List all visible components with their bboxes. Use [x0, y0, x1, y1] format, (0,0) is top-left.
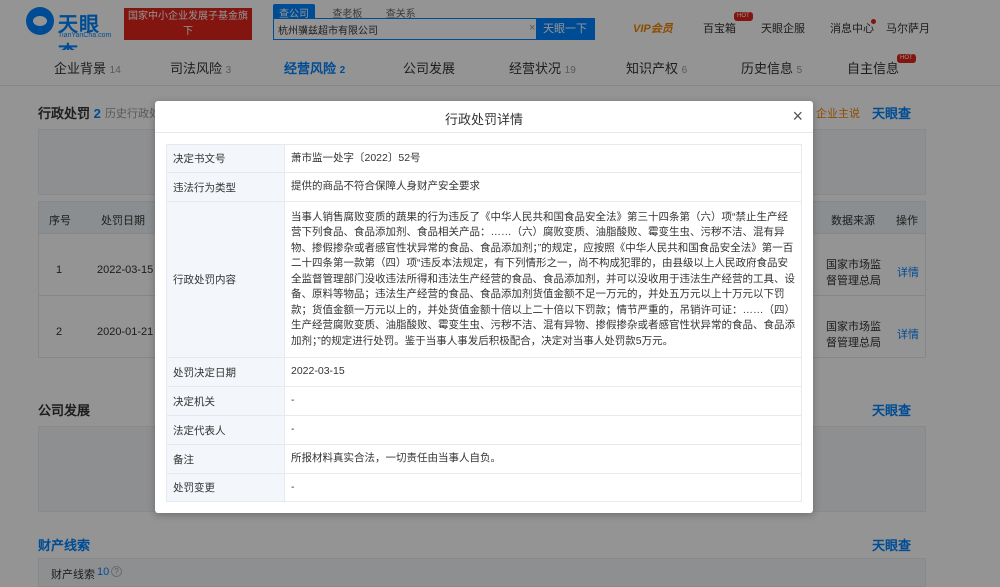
detail-label: 处罚决定日期 — [166, 357, 285, 387]
detail-label: 法定代表人 — [166, 415, 285, 445]
detail-value: - — [284, 415, 802, 445]
detail-label: 决定机关 — [166, 386, 285, 416]
detail-row: 备注 所报材料真实合法，一切责任由当事人自负。 — [166, 444, 802, 474]
detail-value: - — [284, 473, 802, 502]
detail-row: 决定机关 - — [166, 386, 802, 416]
detail-label: 违法行为类型 — [166, 172, 285, 202]
penalty-detail-table: 决定书文号 萧市监一处字〔2022〕52号 违法行为类型 提供的商品不符合保障人… — [166, 144, 802, 502]
detail-label: 备注 — [166, 444, 285, 474]
detail-value: 所报材料真实合法，一切责任由当事人自负。 — [284, 444, 802, 474]
detail-row: 处罚变更 - — [166, 473, 802, 502]
detail-value: - — [284, 386, 802, 416]
detail-row: 法定代表人 - — [166, 415, 802, 445]
detail-value: 当事人销售腐败变质的蔬果的行为违反了《中华人民共和国食品安全法》第三十四条第（六… — [284, 201, 802, 358]
close-icon[interactable]: × — [792, 106, 803, 126]
detail-row: 决定书文号 萧市监一处字〔2022〕52号 — [166, 144, 802, 173]
detail-label: 处罚变更 — [166, 473, 285, 502]
detail-value: 提供的商品不符合保障人身财产安全要求 — [284, 172, 802, 202]
detail-value: 萧市监一处字〔2022〕52号 — [284, 144, 802, 173]
detail-label: 行政处罚内容 — [166, 201, 285, 358]
penalty-detail-modal: 行政处罚详情 × 决定书文号 萧市监一处字〔2022〕52号 违法行为类型 提供… — [155, 101, 813, 513]
modal-header: 行政处罚详情 × — [155, 101, 813, 133]
detail-row: 行政处罚内容 当事人销售腐败变质的蔬果的行为违反了《中华人民共和国食品安全法》第… — [166, 201, 802, 358]
detail-value: 2022-03-15 — [284, 357, 802, 387]
detail-row: 违法行为类型 提供的商品不符合保障人身财产安全要求 — [166, 172, 802, 202]
detail-row: 处罚决定日期 2022-03-15 — [166, 357, 802, 387]
detail-label: 决定书文号 — [166, 144, 285, 173]
modal-title: 行政处罚详情 — [444, 112, 523, 127]
